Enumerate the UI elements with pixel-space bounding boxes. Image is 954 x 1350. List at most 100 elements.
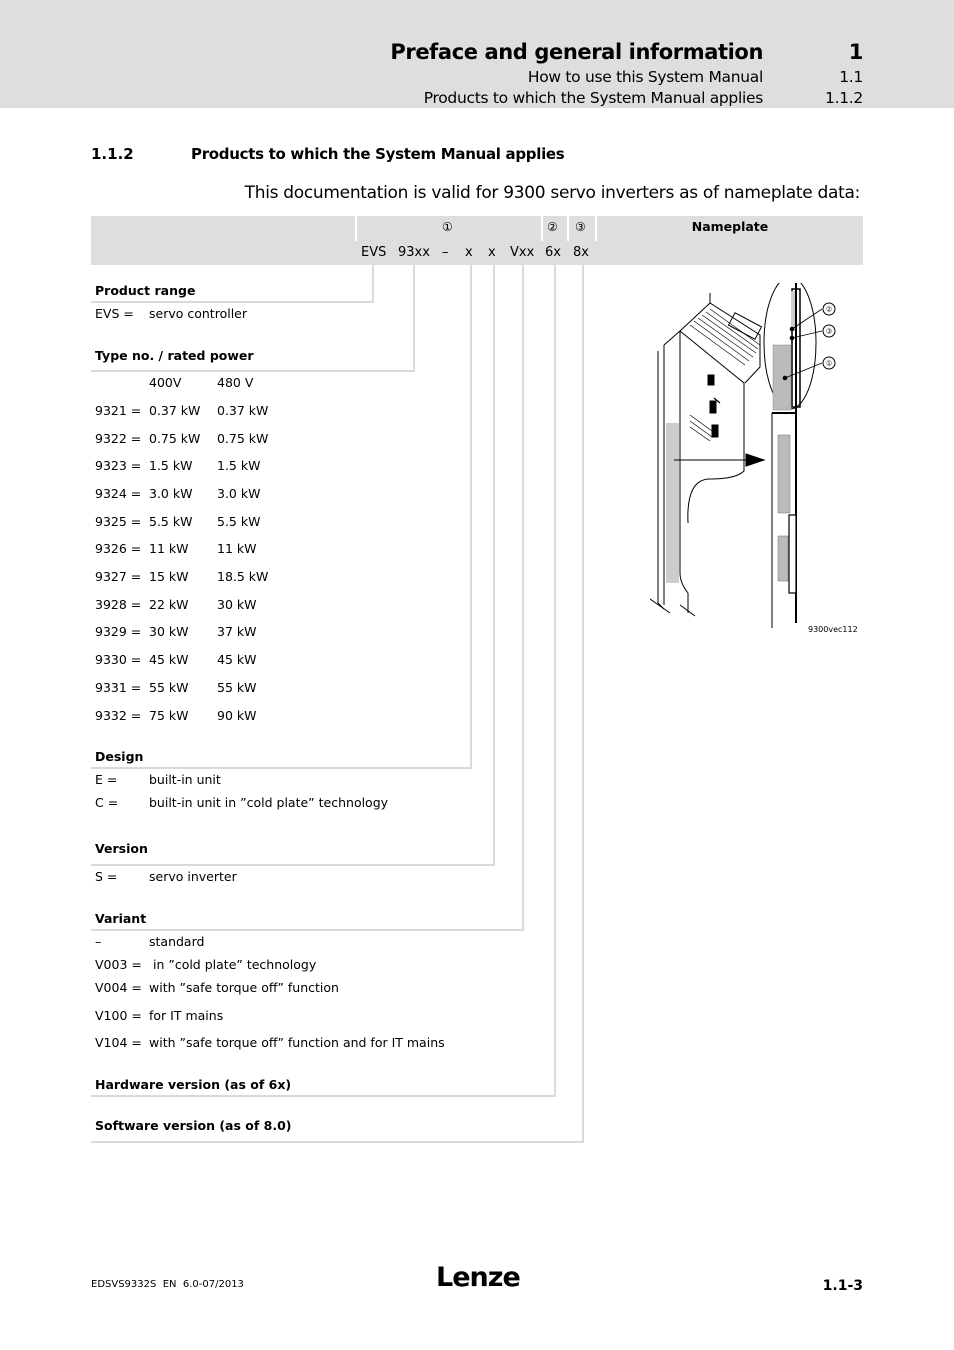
nameplate-illustration: ② ③ ①	[650, 283, 836, 628]
power-400v: 11 kW	[149, 541, 189, 556]
variant-value: in ”cold plate” technology	[149, 957, 317, 972]
section-heading-number: 1.1.2	[91, 145, 134, 163]
callout-2: ②	[826, 306, 832, 314]
code-part-software: 8x	[573, 245, 589, 260]
variant-value: with ”safe torque off” function and for …	[149, 1035, 445, 1050]
type-key: 3928 =	[95, 597, 142, 612]
code-part-design: x	[465, 245, 473, 260]
variant-key: V104 =	[95, 1035, 142, 1050]
type-key: 9330 =	[95, 652, 142, 667]
code-part-evs: EVS	[361, 245, 387, 260]
variant-value: standard	[149, 934, 205, 949]
power-480v: 3.0 kW	[217, 486, 261, 501]
header-separator	[355, 216, 357, 241]
bracket-type-no	[413, 265, 415, 372]
code-part-version: x	[488, 245, 496, 260]
power-400v: 55 kW	[149, 680, 189, 695]
power-480v: 55 kW	[217, 680, 257, 695]
chapter-title: Preface and general information	[390, 40, 763, 64]
code-part-dash: –	[442, 245, 449, 260]
figure-caption: 9300vec112	[808, 625, 858, 634]
variant-key: V100 =	[95, 1008, 142, 1023]
type-key: 9332 =	[95, 708, 142, 723]
subsection-title: Products to which the System Manual appl…	[423, 89, 764, 107]
type-key: 9331 =	[95, 680, 142, 695]
variant-key: V004 =	[95, 980, 142, 995]
callout-3: ③	[826, 328, 832, 336]
power-480v: 0.75 kW	[217, 431, 269, 446]
power-400v: 30 kW	[149, 624, 189, 639]
power-400v: 5.5 kW	[149, 514, 193, 529]
variant-value: for IT mains	[149, 1008, 224, 1023]
marker-3: ③	[575, 220, 586, 234]
variant-key: V003 =	[95, 957, 142, 972]
version-key: S =	[95, 869, 118, 884]
type-key: 9323 =	[95, 458, 142, 473]
variant-value: with ”safe torque off” function	[149, 980, 339, 995]
design-key: E =	[95, 772, 118, 787]
bracket-variant	[522, 265, 524, 931]
power-480v: 11 kW	[217, 541, 257, 556]
header-separator	[567, 216, 569, 241]
code-part-variant: Vxx	[510, 245, 535, 260]
subsection-number: 1.1.2	[825, 89, 863, 107]
type-no-heading: Type no. / rated power	[95, 348, 254, 363]
bracket-version	[493, 265, 495, 866]
lenze-logo: Lenze	[436, 1262, 521, 1293]
power-480v: 30 kW	[217, 597, 257, 612]
power-400v: 15 kW	[149, 569, 189, 584]
version-value: servo inverter	[149, 869, 237, 884]
page-header: Preface and general information 1 How to…	[0, 0, 954, 108]
variant-heading: Variant	[95, 911, 147, 926]
power-480v: 90 kW	[217, 708, 257, 723]
type-key: 9324 =	[95, 486, 142, 501]
type-key: 9321 =	[95, 403, 142, 418]
callout-1: ①	[826, 360, 832, 368]
design-value: built-in unit	[149, 772, 221, 787]
type-key: 9326 =	[95, 541, 142, 556]
type-key: 9329 =	[95, 624, 142, 639]
marker-1: ①	[442, 220, 453, 234]
divider	[91, 864, 495, 866]
software-version-heading: Software version (as of 8.0)	[95, 1118, 292, 1133]
version-heading: Version	[95, 841, 148, 856]
section-heading-title: Products to which the System Manual appl…	[191, 145, 565, 163]
divider	[91, 767, 472, 769]
power-400v: 75 kW	[149, 708, 189, 723]
divider	[91, 1141, 584, 1143]
section-title: How to use this System Manual	[527, 68, 763, 86]
type-key: 9325 =	[95, 514, 142, 529]
chapter-number: 1	[848, 40, 864, 64]
power-400v: 3.0 kW	[149, 486, 193, 501]
bracket-software	[582, 265, 584, 1143]
divider	[91, 370, 415, 372]
header-separator	[541, 216, 543, 241]
power-400v: 22 kW	[149, 597, 189, 612]
code-part-type: 93xx	[398, 245, 430, 260]
divider	[91, 1095, 556, 1097]
design-value: built-in unit in ”cold plate” technology	[149, 795, 389, 810]
bracket-hardware	[554, 265, 556, 1097]
divider	[91, 929, 524, 931]
power-480v: 5.5 kW	[217, 514, 261, 529]
power-400v: 1.5 kW	[149, 458, 193, 473]
document-id: EDSVS9332S EN 6.0-07/2013	[91, 1279, 244, 1290]
divider	[91, 301, 374, 303]
product-range-key: EVS =	[95, 306, 134, 321]
power-400v: 0.75 kW	[149, 431, 201, 446]
power-480v: 37 kW	[217, 624, 257, 639]
intro-text: This documentation is valid for 9300 ser…	[244, 183, 861, 203]
hardware-version-heading: Hardware version (as of 6x)	[95, 1077, 292, 1092]
col-header-400v: 400V	[149, 375, 182, 390]
design-key: C =	[95, 795, 119, 810]
power-480v: 1.5 kW	[217, 458, 261, 473]
variant-key: –	[95, 934, 102, 949]
page-number: 1.1-3	[822, 1278, 863, 1294]
power-480v: 45 kW	[217, 652, 257, 667]
power-480v: 18.5 kW	[217, 569, 269, 584]
power-400v: 0.37 kW	[149, 403, 201, 418]
type-key: 9322 =	[95, 431, 142, 446]
power-400v: 45 kW	[149, 652, 189, 667]
power-480v: 0.37 kW	[217, 403, 269, 418]
bracket-product-range	[372, 265, 374, 303]
